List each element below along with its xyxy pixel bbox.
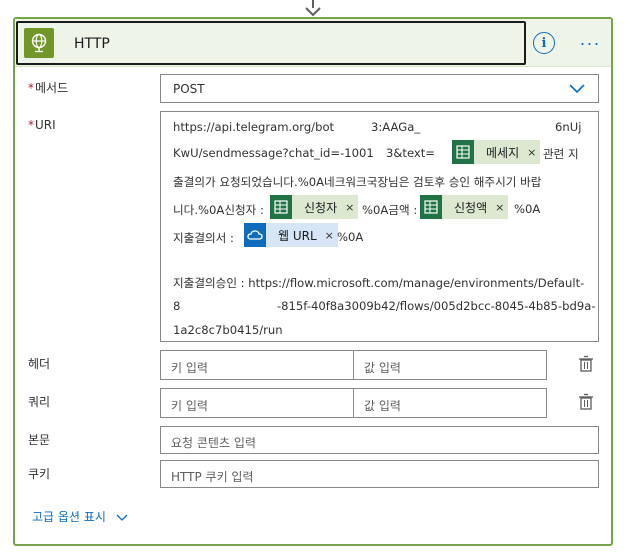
method-label: *메서드 (28, 81, 69, 95)
uri-text: KwU/sendmessage?chat_id=-1001 (173, 146, 374, 160)
headers-value-input[interactable]: 값 입력 (354, 351, 546, 379)
remove-token-icon[interactable]: × (325, 229, 334, 242)
info-icon[interactable]: i (533, 32, 555, 54)
cloud-icon (244, 223, 266, 247)
chevron-down-icon (569, 84, 585, 94)
body-label: 본문 (28, 433, 51, 447)
token-label: 신청액 (454, 200, 488, 215)
required-asterisk: * (28, 81, 34, 95)
uri-text: 1a2c8c7b0415/run (173, 323, 283, 337)
globe-icon (24, 28, 54, 58)
required-asterisk: * (28, 118, 34, 132)
token-message[interactable]: 메세지 × (452, 140, 541, 164)
action-title: HTTP (74, 36, 110, 52)
delete-icon[interactable] (578, 393, 594, 411)
uri-text: 관련 지 (543, 147, 579, 161)
remove-token-icon[interactable]: × (527, 146, 536, 159)
http-action-card: HTTP i ··· *메서드 POST *URI https://api.te… (13, 17, 613, 546)
uri-text: 8 (173, 299, 181, 313)
token-label: 메세지 (486, 145, 520, 160)
queries-key-input[interactable]: 키 입력 (161, 389, 354, 417)
more-options-icon[interactable]: ··· (575, 32, 605, 54)
uri-text: %0A (514, 202, 541, 216)
token-label: 신청자 (304, 200, 338, 215)
uri-label: *URI (28, 118, 56, 132)
excel-icon (452, 140, 474, 164)
action-title-box[interactable]: HTTP (16, 21, 526, 65)
cookie-label: 쿠키 (28, 467, 51, 481)
method-select[interactable]: POST (160, 74, 599, 103)
uri-text: 출결의가 요청되었습니다.%0A네크워크국장님은 검토후 승인 해주시기 바랍 (173, 175, 542, 189)
uri-text: 지출결의서 : (173, 231, 234, 245)
token-amount[interactable]: 신청액 × (420, 195, 509, 219)
uri-text: 6nUj (555, 120, 582, 134)
remove-token-icon[interactable]: × (345, 201, 354, 214)
headers-label: 헤더 (28, 357, 51, 371)
cookie-input[interactable]: HTTP 쿠키 입력 (160, 460, 599, 488)
headers-key-input[interactable]: 키 입력 (161, 351, 354, 379)
uri-text: 지출결의승인 : https://flow.microsoft.com/mana… (173, 276, 585, 290)
token-label: 웹 URL (278, 228, 317, 243)
uri-text: 3:AAGa_ (371, 120, 421, 134)
token-weburl[interactable]: 웹 URL × (244, 223, 338, 247)
uri-text: %0A (337, 230, 364, 244)
queries-label: 쿼리 (28, 395, 51, 409)
excel-icon (420, 195, 442, 219)
delete-icon[interactable] (578, 355, 594, 373)
excel-icon (270, 195, 292, 219)
uri-input[interactable]: https://api.telegram.org/bot 3:AAGa_ 6nU… (160, 111, 599, 342)
method-value: POST (173, 82, 205, 96)
remove-token-icon[interactable]: × (495, 201, 504, 214)
queries-key-value: 키 입력 값 입력 (160, 388, 547, 418)
uri-text: 3&text= (386, 146, 436, 160)
headers-key-value: 키 입력 값 입력 (160, 350, 547, 380)
show-advanced-options-link[interactable]: 고급 옵션 표시 (32, 508, 128, 525)
body-input[interactable]: 요청 콘텐츠 입력 (160, 426, 599, 454)
uri-text: 니다.%0A신청자 : (173, 203, 264, 217)
token-applicant[interactable]: 신청자 × (270, 195, 359, 219)
action-header[interactable]: HTTP i ··· (15, 19, 611, 67)
queries-value-input[interactable]: 값 입력 (354, 389, 546, 417)
uri-text: https://api.telegram.org/bot (173, 120, 335, 134)
uri-text: %0A금액 : (362, 203, 418, 217)
uri-text: -815f-40f8a3009b42/flows/005d2bcc-8045-4… (277, 299, 596, 313)
chevron-down-icon (116, 514, 128, 521)
